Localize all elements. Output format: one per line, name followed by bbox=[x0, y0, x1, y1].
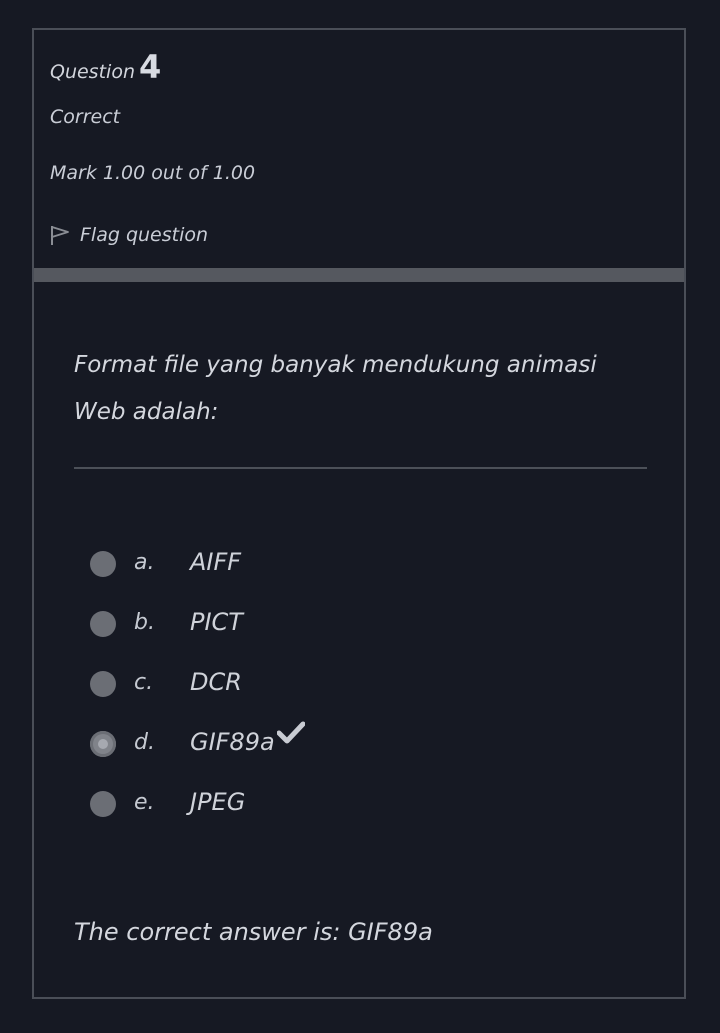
question-label: Question bbox=[50, 61, 135, 83]
option-text: AIFF bbox=[190, 548, 241, 576]
option-text-value: DCR bbox=[190, 668, 242, 696]
option-text-value: GIF89a bbox=[190, 728, 275, 756]
answer-options: a. AIFF b. PICT c. DCR d. GIF89a e. JPEG bbox=[90, 532, 306, 832]
question-state: Correct bbox=[50, 106, 121, 128]
info-divider bbox=[34, 268, 684, 282]
option-text: GIF89a bbox=[190, 721, 306, 756]
option-letter: c. bbox=[134, 669, 154, 695]
question-number: Question 4 bbox=[50, 48, 161, 86]
option-text-value: AIFF bbox=[190, 548, 242, 576]
option-text-value: PICT bbox=[190, 608, 243, 636]
option-letter: b. bbox=[134, 609, 155, 635]
radio-b[interactable] bbox=[90, 611, 116, 637]
question-number-value: 4 bbox=[138, 48, 162, 86]
answer-option-c[interactable]: c. DCR bbox=[90, 652, 242, 712]
option-text: JPEG bbox=[190, 788, 245, 816]
flag-icon bbox=[50, 218, 80, 251]
option-text: PICT bbox=[190, 608, 243, 636]
flag-question-link[interactable]: Flag question bbox=[50, 218, 208, 251]
radio-a[interactable] bbox=[90, 551, 116, 577]
radio-e[interactable] bbox=[90, 791, 116, 817]
option-letter: d. bbox=[134, 729, 155, 755]
radio-c[interactable] bbox=[90, 671, 116, 697]
answer-option-e[interactable]: e. JPEG bbox=[90, 772, 245, 832]
flag-question-label: Flag question bbox=[80, 223, 209, 246]
question-text-divider bbox=[74, 467, 647, 469]
answer-option-d[interactable]: d. GIF89a bbox=[90, 712, 306, 772]
right-answer-feedback: The correct answer is: GIF89a bbox=[74, 918, 433, 946]
question-text: Format file yang banyak mendukung animas… bbox=[74, 352, 597, 425]
question-card: Question 4 Correct Mark 1.00 out of 1.00 … bbox=[32, 28, 686, 999]
option-letter: a. bbox=[134, 549, 155, 575]
option-text: DCR bbox=[190, 668, 242, 696]
option-letter: e. bbox=[134, 789, 155, 815]
answer-option-a[interactable]: a. AIFF bbox=[90, 532, 241, 592]
option-text-value: JPEG bbox=[190, 788, 246, 816]
check-icon bbox=[276, 721, 306, 751]
answer-option-b[interactable]: b. PICT bbox=[90, 592, 243, 652]
question-grade: Mark 1.00 out of 1.00 bbox=[50, 162, 256, 184]
radio-d[interactable] bbox=[90, 731, 116, 757]
question-info: Question 4 Correct Mark 1.00 out of 1.00 … bbox=[34, 30, 684, 268]
